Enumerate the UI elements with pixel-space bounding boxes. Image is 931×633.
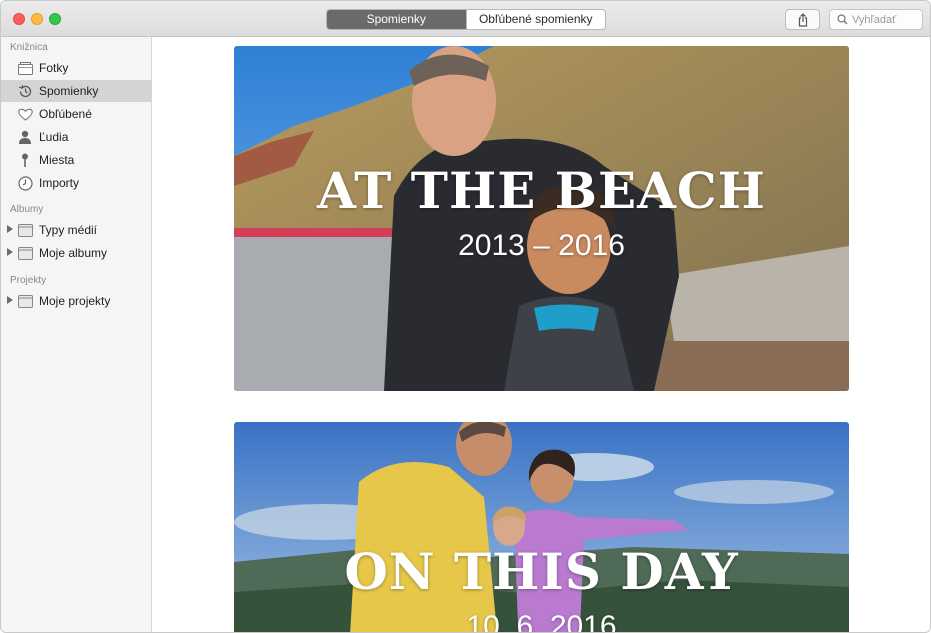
sidebar-item-my-albums[interactable]: Moje albumy	[1, 242, 151, 264]
person-icon	[17, 129, 33, 145]
disclosure-triangle-icon[interactable]	[7, 296, 13, 304]
search-input[interactable]	[848, 13, 918, 26]
sidebar-section-projects: Projekty	[10, 275, 47, 286]
sidebar: Knižnica Fotky Spomienky Obľúbené Ľudia	[1, 37, 152, 632]
minimize-window-button[interactable]	[31, 13, 43, 25]
sidebar-item-my-projects[interactable]: Moje projekty	[1, 290, 151, 312]
sidebar-item-label: Spomienky	[39, 84, 99, 98]
folder-icon	[17, 245, 33, 261]
photos-icon	[17, 60, 33, 76]
sidebar-section-library: Knižnica	[10, 42, 48, 53]
sidebar-item-label: Importy	[39, 176, 80, 190]
segment-memories[interactable]: Spomienky	[327, 10, 466, 29]
toolbar: Spomienky Obľúbené spomienky	[1, 1, 930, 37]
sidebar-item-label: Miesta	[39, 153, 75, 167]
share-button[interactable]	[785, 9, 820, 30]
sidebar-item-label: Typy médií	[39, 223, 98, 237]
memory-title: ON THIS DAY	[344, 542, 739, 601]
pin-icon	[17, 152, 33, 168]
photos-window: Spomienky Obľúbené spomienky Knižnica Fo…	[0, 0, 931, 633]
memory-card[interactable]: ON THIS DAY 10. 6. 2016	[234, 422, 849, 632]
memory-card[interactable]: AT THE BEACH 2013 – 2016	[234, 46, 849, 391]
sidebar-item-label: Ľudia	[39, 130, 69, 144]
sidebar-item-label: Moje projekty	[39, 294, 111, 308]
fullscreen-window-button[interactable]	[49, 13, 61, 25]
memory-date: 10. 6. 2016	[466, 610, 617, 632]
memories-segmented-control: Spomienky Obľúbené spomienky	[326, 9, 606, 30]
folder-icon	[17, 222, 33, 238]
heart-icon	[17, 106, 33, 122]
sidebar-item-label: Obľúbené	[39, 107, 92, 121]
sidebar-item-places[interactable]: Miesta	[1, 149, 151, 171]
search-icon	[837, 14, 848, 25]
disclosure-triangle-icon[interactable]	[7, 225, 13, 233]
disclosure-triangle-icon[interactable]	[7, 248, 13, 256]
memories-grid: AT THE BEACH 2013 – 2016 ON THIS DAY 10.…	[152, 37, 930, 632]
sidebar-item-memories[interactable]: Spomienky	[1, 80, 151, 102]
clock-icon	[17, 175, 33, 191]
sidebar-item-imports[interactable]: Importy	[1, 172, 151, 194]
sidebar-item-label: Fotky	[39, 61, 69, 75]
sidebar-item-photos[interactable]: Fotky	[1, 57, 151, 79]
folder-icon	[17, 293, 33, 309]
sidebar-item-people[interactable]: Ľudia	[1, 126, 151, 148]
search-field[interactable]	[829, 9, 923, 30]
memories-icon	[17, 83, 33, 99]
memory-title: AT THE BEACH	[317, 161, 766, 220]
close-window-button[interactable]	[13, 13, 25, 25]
sidebar-item-favorites[interactable]: Obľúbené	[1, 103, 151, 125]
share-icon	[798, 12, 807, 27]
sidebar-section-albums: Albumy	[10, 204, 44, 215]
sidebar-item-media-types[interactable]: Typy médií	[1, 219, 151, 241]
memory-date: 2013 – 2016	[458, 229, 625, 262]
segment-favorite-memories[interactable]: Obľúbené spomienky	[465, 10, 606, 29]
sidebar-item-label: Moje albumy	[39, 246, 108, 260]
